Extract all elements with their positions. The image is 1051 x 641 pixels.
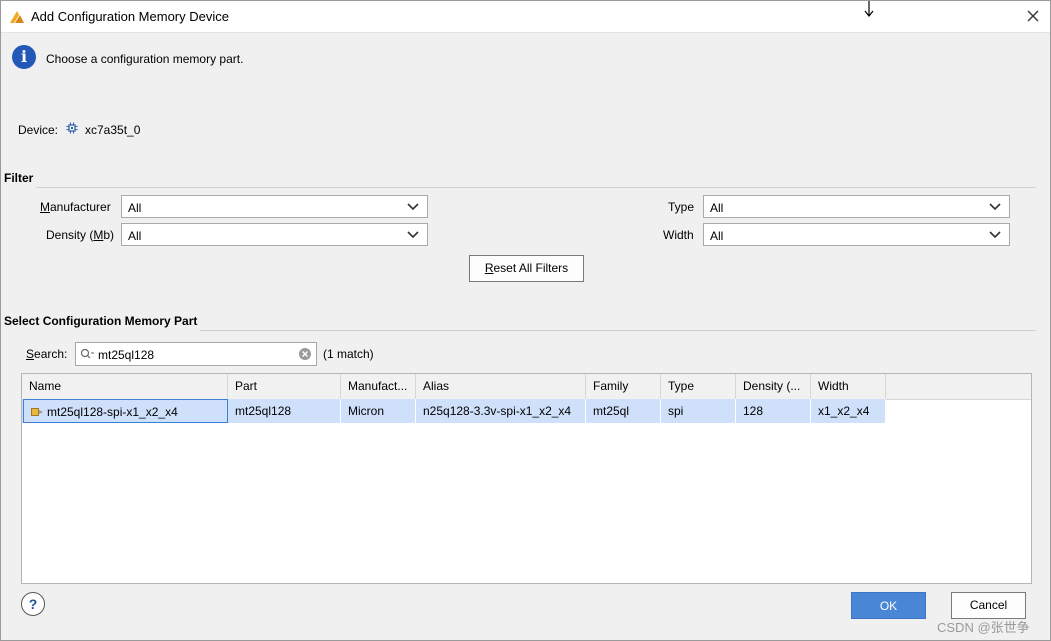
width-label: Width — [663, 228, 694, 242]
watermark: CSDN @张世争 — [937, 620, 1030, 635]
cancel-button[interactable]: Cancel — [951, 592, 1026, 619]
chevron-down-icon — [407, 203, 419, 211]
reset-all-filters-button[interactable]: Reset All Filters — [469, 255, 584, 282]
close-button[interactable] — [1024, 7, 1042, 25]
cell-density: 128 — [736, 399, 811, 423]
column-header-family[interactable]: Family — [586, 374, 661, 399]
title-bar: Add Configuration Memory Device — [0, 0, 1051, 33]
density-select[interactable]: All — [121, 223, 428, 246]
type-value: All — [710, 201, 724, 215]
vivado-logo-icon — [10, 11, 24, 23]
mouse-cursor-icon — [864, 1, 874, 17]
cell-name: mt25ql128-spi-x1_x2_x4 — [23, 399, 228, 423]
column-header-density[interactable]: Density (... — [736, 374, 811, 399]
ok-button[interactable]: OK — [851, 592, 926, 619]
filter-divider — [36, 187, 1036, 188]
type-label: Type — [668, 200, 695, 214]
column-header-manufacturer[interactable]: Manufact... — [341, 374, 416, 399]
density-label: Density (Mb) — [46, 228, 115, 242]
density-value: All — [128, 229, 142, 243]
manufacturer-label: Manufacturer — [40, 200, 111, 214]
manufacturer-select[interactable]: All — [121, 195, 428, 218]
clear-search-icon[interactable] — [298, 347, 312, 361]
cell-family: mt25ql — [586, 399, 661, 423]
window-title: Add Configuration Memory Device — [31, 9, 229, 24]
width-value: All — [710, 229, 724, 243]
table-header: Name Part Manufact... Alias Family Type … — [22, 374, 1031, 400]
cell-part: mt25ql128 — [228, 399, 341, 423]
search-input[interactable]: mt25ql128 — [75, 342, 317, 366]
chevron-down-icon — [989, 203, 1001, 211]
device-label: Device: — [18, 123, 59, 137]
cell-alias: n25q128-3.3v-spi-x1_x2_x4 — [416, 399, 586, 423]
parts-table: Name Part Manufact... Alias Family Type … — [21, 373, 1032, 584]
chip-icon — [66, 122, 78, 134]
manufacturer-value: All — [128, 201, 142, 215]
chevron-down-icon — [989, 231, 1001, 239]
column-header-width[interactable]: Width — [811, 374, 886, 399]
match-count: (1 match) — [323, 347, 374, 361]
info-icon: i — [12, 45, 36, 69]
cell-type: spi — [661, 399, 736, 423]
device-value: xc7a35t_0 — [85, 123, 141, 137]
select-part-section-title: Select Configuration Memory Part — [4, 314, 198, 328]
memory-part-icon — [31, 408, 43, 416]
chevron-down-icon — [407, 231, 419, 239]
select-divider — [200, 330, 1036, 331]
column-header-part[interactable]: Part — [228, 374, 341, 399]
column-header-alias[interactable]: Alias — [416, 374, 586, 399]
cell-manufacturer: Micron — [341, 399, 416, 423]
table-row[interactable]: mt25ql128-spi-x1_x2_x4 mt25ql128 Micron … — [22, 399, 886, 423]
cell-width: x1_x2_x4 — [811, 399, 886, 423]
search-icon — [80, 348, 94, 359]
width-select[interactable]: All — [703, 223, 1010, 246]
type-select[interactable]: All — [703, 195, 1010, 218]
search-value: mt25ql128 — [98, 348, 155, 362]
column-header-type[interactable]: Type — [661, 374, 736, 399]
info-message: Choose a configuration memory part. — [46, 52, 244, 66]
column-header-name[interactable]: Name — [22, 374, 228, 399]
close-icon — [1027, 10, 1039, 22]
filter-section-title: Filter — [4, 171, 34, 185]
help-button[interactable]: ? — [21, 592, 45, 616]
search-label: Search: — [26, 347, 68, 361]
